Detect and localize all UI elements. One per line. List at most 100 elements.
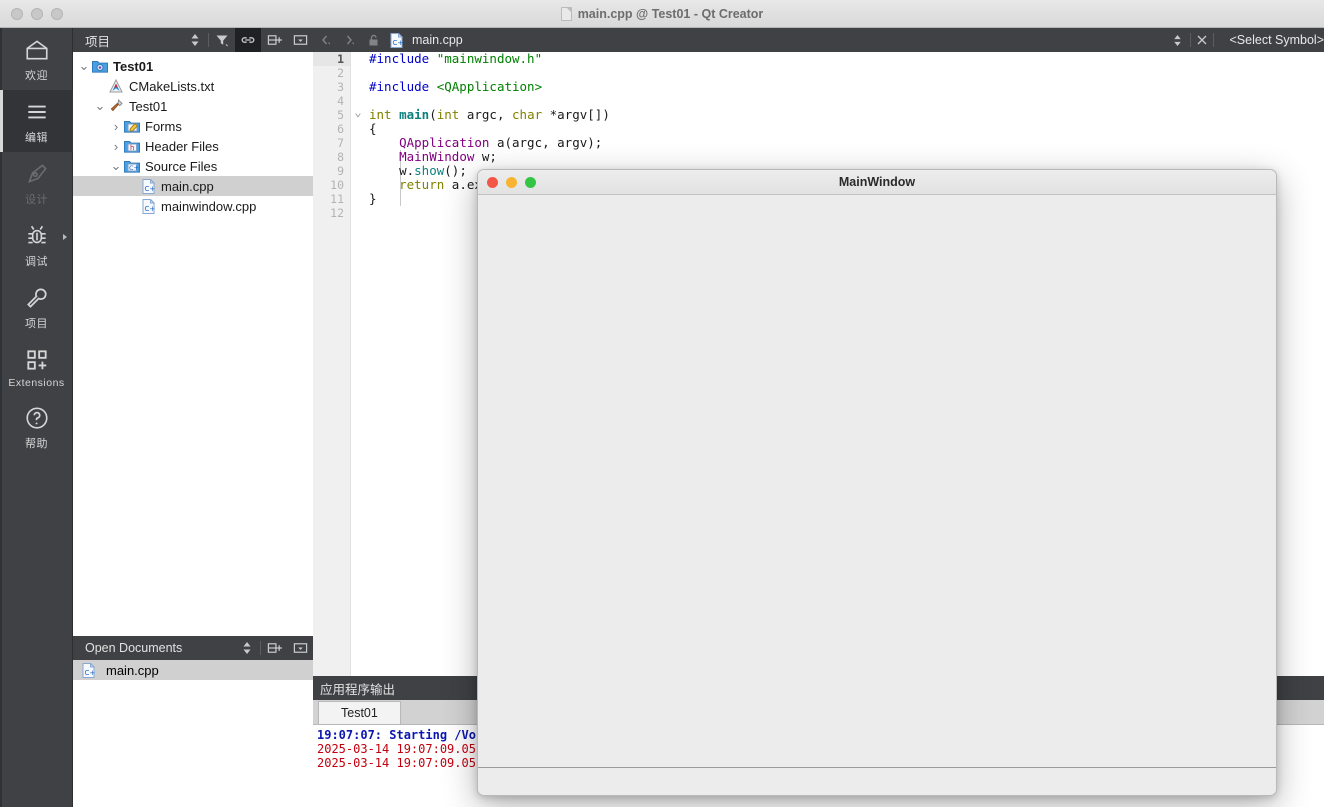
split-button[interactable] [261,28,287,52]
navigate-back-button[interactable] [313,28,337,52]
sidebar-item-welcome[interactable]: 欢迎 [0,28,73,90]
tree-row-label: Forms [145,118,182,134]
output-pane-title: 应用程序输出 [320,682,396,697]
sidebar-item-debug[interactable]: 调试 [0,214,73,276]
unlocked-icon [369,34,377,46]
chevron-down-icon[interactable]: ⌄ [77,59,91,73]
open-documents-list[interactable]: C+ main.cpp [73,660,313,680]
line-number: 6 [337,122,344,136]
tree-row[interactable]: ⌄ Test01 [73,56,313,76]
fold-slot [351,122,365,136]
projects-panel: 项目 ⌄ Test01 CMakeLists.txt ⌄ Test01 › Fo… [73,28,313,632]
code-line: MainWindow w; [369,150,1324,164]
svg-text:C+: C+ [392,39,403,47]
forms-folder-icon [123,118,141,134]
output-tab-test01[interactable]: Test01 [318,701,401,724]
fold-slot [351,66,365,80]
tree-row[interactable]: CMakeLists.txt [73,76,313,96]
split-add-icon [267,643,282,653]
filter-button[interactable] [209,28,235,52]
tree-row[interactable]: ⌄ Test01 [73,96,313,116]
output-pane-header-right-sliver [1278,676,1324,700]
window-minimize-button[interactable] [31,7,43,20]
projects-wrench-icon [26,288,47,308]
code-token: MainWindow [399,149,475,164]
open-document-label: main.cpp [106,662,159,678]
cpp-file-icon: C+ [139,198,157,214]
link-with-editor-button[interactable] [235,28,261,52]
line-number: 10 [330,178,344,192]
sync-selector-button[interactable] [182,28,208,52]
sidebar-label-welcome: 欢迎 [25,70,48,82]
sidebar-label-extensions: Extensions [8,377,65,389]
tree-row-label: main.cpp [161,178,214,194]
chevron-right-icon[interactable]: › [109,139,123,154]
code-token: *argv[]) [542,107,610,122]
mainwindow-central-widget[interactable] [478,195,1276,768]
chevron-down-icon[interactable]: ⌄ [109,159,123,173]
fold-marker[interactable]: ⌄ [351,106,365,122]
projects-panel-header: 项目 [73,28,313,52]
code-token: (); [444,163,467,178]
editor-filename[interactable]: main.cpp [412,33,463,47]
sidebar-item-projects[interactable]: 项目 [0,276,73,338]
project-tree[interactable]: ⌄ Test01 CMakeLists.txt ⌄ Test01 › Forms › h Head… [73,52,313,216]
split-button-docs[interactable] [261,636,287,660]
tree-row[interactable]: › Forms [73,116,313,136]
chevron-down-icon[interactable]: ⌄ [93,99,107,113]
home-icon [25,40,48,60]
cpp-file-glyph: C+ [82,662,95,678]
projects-panel-title: 项目 [85,34,111,49]
editor-document-selector[interactable] [1166,34,1190,47]
tree-row[interactable]: ⌄ C+ Source Files [73,156,313,176]
source-folder-icon: C+ [123,158,141,174]
mainwindow-app-window[interactable]: MainWindow [477,169,1277,796]
qt-creator-window: main.cpp @ Test01 - Qt Creator 欢迎 编辑 设计 [0,0,1324,807]
close-panel-button[interactable] [287,28,313,52]
lock-toggle-button[interactable] [361,28,385,52]
chevron-right-icon[interactable]: › [109,119,123,134]
cpp-file-icon: C+ [79,662,97,678]
project-folder-icon [91,58,109,74]
navigate-forward-button[interactable] [337,28,361,52]
code-token: w. [369,163,415,178]
sidebar-item-edit[interactable]: 编辑 [0,90,73,152]
cpp-file-icon [560,7,572,21]
sidebar-item-extensions[interactable]: Extensions [0,338,73,396]
svg-text:C+: C+ [129,164,139,172]
close-panel-button-docs[interactable] [287,636,313,660]
code-token: #include [369,51,437,66]
window-zoom-button[interactable] [51,7,63,20]
debug-bug-icon [27,225,46,244]
sync-selector-button-docs[interactable] [234,636,260,660]
line-number: 12 [330,206,344,220]
line-number-gutter: 1 2 3 4 5 6 7 8 9 10 11 12 [313,52,351,676]
fold-slot [351,150,365,164]
chevron-right-icon [346,35,355,45]
fold-marker-column[interactable]: ⌄ [351,52,365,676]
code-token: show [414,163,445,178]
debug-submenu-arrow-icon[interactable] [63,234,67,240]
sidebar-label-projects: 项目 [25,318,48,330]
symbol-selector[interactable]: <Select Symbol> [1214,33,1324,47]
design-pen-icon [27,164,47,183]
tree-row[interactable]: C+ main.cpp [73,176,313,196]
up-down-arrows-icon [243,642,251,654]
close-document-button[interactable] [1191,34,1213,46]
code-line: #include "mainwindow.h" [369,52,1324,66]
list-item[interactable]: C+ main.cpp [73,660,313,680]
tree-row[interactable]: C+ mainwindow.cpp [73,196,313,216]
fold-slot [351,164,365,178]
window-close-button[interactable] [11,7,23,20]
mode-selector-bar: 欢迎 编辑 设计 调试 项目 Extensions 帮助 [0,28,73,807]
close-x-icon [1197,35,1206,45]
sidebar-item-help[interactable]: 帮助 [0,396,73,458]
code-token: "mainwindow.h" [436,51,543,66]
editor-toolbar: C+ main.cpp <Select Symbol> [313,28,1324,52]
tree-row[interactable]: › h Header Files [73,136,313,156]
svg-text:h: h [130,144,134,152]
output-tab-bar-right-sliver [1278,700,1324,725]
tree-row-label: CMakeLists.txt [129,78,215,94]
projects-panel-toolbar [182,28,313,52]
